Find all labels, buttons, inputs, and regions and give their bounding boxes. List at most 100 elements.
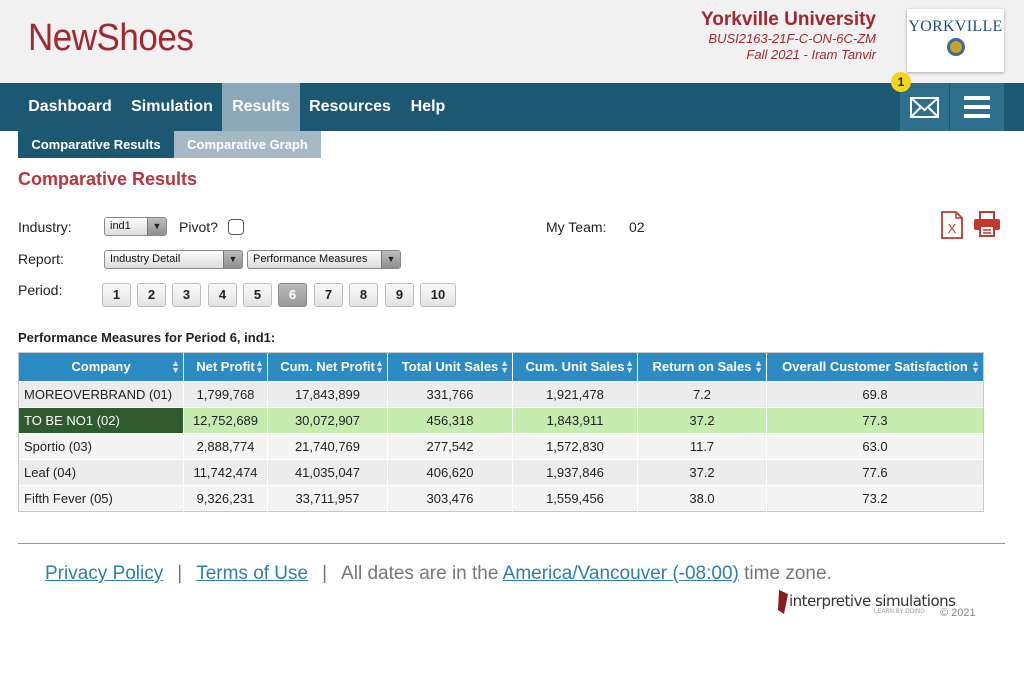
cell-customer-satisfaction: 63.0 bbox=[862, 439, 888, 454]
table-row-highlighted: TO BE NO1 (02) 12,752,689 30,072,907 456… bbox=[19, 407, 983, 434]
printer-icon bbox=[974, 211, 1000, 237]
cell-cum-net-profit: 30,072,907 bbox=[268, 408, 388, 434]
period-button-7[interactable]: 7 bbox=[314, 283, 343, 307]
cell-company: MOREOVERBRAND (01) bbox=[19, 382, 184, 408]
cell-net-profit: 1,799,768 bbox=[184, 382, 268, 408]
column-header-customer-satisfaction[interactable]: Overall Customer Satisfaction ▲ ▼ bbox=[767, 353, 983, 381]
table-row: Sportio (03) 2,888,774 21,740,769 277,54… bbox=[19, 433, 983, 460]
footer-separator: | bbox=[322, 563, 328, 584]
report-label: Report: bbox=[18, 251, 64, 267]
main-nav: Dashboard Simulation Results Resources H… bbox=[0, 83, 1024, 131]
column-header-label: Company bbox=[71, 359, 131, 374]
period-button-9[interactable]: 9 bbox=[385, 283, 414, 307]
cell-return-on-sales: 7.2 bbox=[638, 382, 767, 408]
industry-select-value: ind1 bbox=[110, 220, 131, 232]
table-row: MOREOVERBRAND (01) 1,799,768 17,843,899 … bbox=[19, 381, 983, 408]
nav-resources[interactable]: Resources bbox=[300, 83, 400, 131]
cell-total-unit-sales: 331,766 bbox=[388, 382, 513, 408]
timezone-link[interactable]: America/Vancouver (-08:00) bbox=[503, 563, 739, 584]
my-team-value: 02 bbox=[629, 219, 645, 235]
cell-cum-unit-sales: 1,843,911 bbox=[513, 408, 638, 434]
copyright: © 2021 bbox=[940, 607, 976, 619]
column-header-cum-net-profit[interactable]: Cum. Net Profit ▲ ▼ bbox=[268, 353, 388, 381]
column-header-label: Cum. Net Profit bbox=[280, 359, 375, 374]
excel-export-button[interactable]: X bbox=[940, 211, 964, 244]
period-button-4[interactable]: 4 bbox=[208, 283, 237, 307]
cell-customer-satisfaction: 73.2 bbox=[862, 491, 888, 506]
privacy-policy-link[interactable]: Privacy Policy bbox=[45, 563, 163, 584]
terms-of-use-link[interactable]: Terms of Use bbox=[196, 563, 308, 584]
sort-arrows-icon: ▲ ▼ bbox=[375, 358, 384, 375]
cell-company: Fifth Fever (05) bbox=[19, 486, 184, 512]
cell-total-unit-sales: 277,542 bbox=[388, 434, 513, 460]
term-and-instructor: Fall 2021 - Iram Tanvir bbox=[746, 47, 876, 62]
cell-company: Leaf (04) bbox=[19, 460, 184, 486]
print-button[interactable] bbox=[973, 211, 1001, 242]
column-header-label: Return on Sales bbox=[652, 359, 752, 374]
menu-button[interactable] bbox=[950, 83, 1004, 131]
cell-net-profit: 2,888,774 bbox=[184, 434, 268, 460]
envelope-icon bbox=[910, 97, 939, 118]
measure-select[interactable]: Performance Measures ▼ bbox=[247, 250, 401, 269]
university-name: Yorkville University bbox=[701, 9, 876, 30]
hamburger-menu-icon bbox=[964, 96, 990, 118]
mail-button[interactable] bbox=[900, 83, 949, 131]
interpretive-simulations-mark-icon bbox=[778, 590, 788, 614]
nav-simulation[interactable]: Simulation bbox=[122, 83, 222, 131]
university-logo: YORKVILLE bbox=[907, 9, 1004, 72]
dropdown-arrow-icon: ▼ bbox=[223, 251, 242, 268]
timezone-prefix: All dates are in the bbox=[341, 563, 499, 584]
period-button-10[interactable]: 10 bbox=[420, 283, 456, 307]
sort-arrows-icon: ▲ ▼ bbox=[754, 358, 763, 375]
my-team-label: My Team: bbox=[546, 219, 607, 235]
cell-total-unit-sales: 406,620 bbox=[388, 460, 513, 486]
cell-cum-net-profit: 21,740,769 bbox=[268, 434, 388, 460]
column-header-label: Cum. Unit Sales bbox=[525, 359, 625, 374]
period-button-3[interactable]: 3 bbox=[172, 283, 201, 307]
nav-results[interactable]: Results bbox=[222, 83, 300, 131]
cell-net-profit: 12,752,689 bbox=[184, 408, 268, 434]
column-header-return-on-sales[interactable]: Return on Sales ▲ ▼ bbox=[638, 353, 767, 381]
cell-customer-satisfaction: 69.8 bbox=[862, 387, 888, 402]
cell-cum-unit-sales: 1,559,456 bbox=[513, 486, 638, 512]
cell-return-on-sales: 37.2 bbox=[638, 408, 767, 434]
period-button-1[interactable]: 1 bbox=[102, 283, 131, 307]
period-button-6[interactable]: 6 bbox=[278, 283, 307, 307]
period-label: Period: bbox=[18, 282, 63, 298]
course-info: Yorkville University BUSI2163-21F-C-ON-6… bbox=[701, 9, 876, 63]
sort-arrows-icon: ▲ ▼ bbox=[500, 358, 509, 375]
cell-cum-net-profit: 33,711,957 bbox=[268, 486, 388, 512]
industry-select[interactable]: ind1 ▼ bbox=[104, 217, 167, 236]
tab-comparative-results[interactable]: Comparative Results bbox=[18, 131, 174, 158]
header-bar: NewShoes Yorkville University BUSI2163-2… bbox=[0, 0, 1024, 83]
table-header-row: Company ▲ ▼ Net Profit ▲ ▼ Cum. Net Profit ▲ ▼… bbox=[19, 353, 983, 381]
sort-arrows-icon: ▲ ▼ bbox=[255, 358, 264, 375]
dropdown-arrow-icon: ▼ bbox=[147, 218, 166, 235]
cell-cum-net-profit: 41,035,047 bbox=[268, 460, 388, 486]
column-header-net-profit[interactable]: Net Profit ▲ ▼ bbox=[184, 353, 268, 381]
period-button-2[interactable]: 2 bbox=[137, 283, 166, 307]
cell-return-on-sales: 11.7 bbox=[638, 434, 767, 460]
pivot-checkbox[interactable] bbox=[228, 219, 244, 235]
report-select[interactable]: Industry Detail ▼ bbox=[104, 250, 243, 269]
timezone-suffix: time zone. bbox=[744, 563, 832, 584]
period-button-8[interactable]: 8 bbox=[349, 283, 378, 307]
page-title: Comparative Results bbox=[18, 169, 198, 189]
nav-dashboard[interactable]: Dashboard bbox=[18, 83, 122, 131]
table-caption: Performance Measures for Period 6, ind1: bbox=[18, 330, 276, 345]
cell-total-unit-sales: 456,318 bbox=[388, 408, 513, 434]
app-brand-logo[interactable]: NewShoes bbox=[28, 17, 194, 60]
logo-tagline: LEARN BY DOING bbox=[874, 609, 925, 615]
column-header-total-unit-sales[interactable]: Total Unit Sales ▲ ▼ bbox=[388, 353, 513, 381]
svg-text:X: X bbox=[948, 221, 957, 236]
column-header-company[interactable]: Company ▲ ▼ bbox=[19, 353, 184, 381]
cell-net-profit: 11,742,474 bbox=[184, 460, 268, 486]
cell-return-on-sales: 38.0 bbox=[638, 486, 767, 512]
footer-divider bbox=[18, 543, 1005, 544]
tab-comparative-graph[interactable]: Comparative Graph bbox=[174, 131, 321, 158]
column-header-cum-unit-sales[interactable]: Cum. Unit Sales ▲ ▼ bbox=[513, 353, 638, 381]
period-button-5[interactable]: 5 bbox=[243, 283, 272, 307]
cell-cum-unit-sales: 1,572,830 bbox=[513, 434, 638, 460]
cell-total-unit-sales: 303,476 bbox=[388, 486, 513, 512]
nav-help[interactable]: Help bbox=[400, 83, 456, 131]
